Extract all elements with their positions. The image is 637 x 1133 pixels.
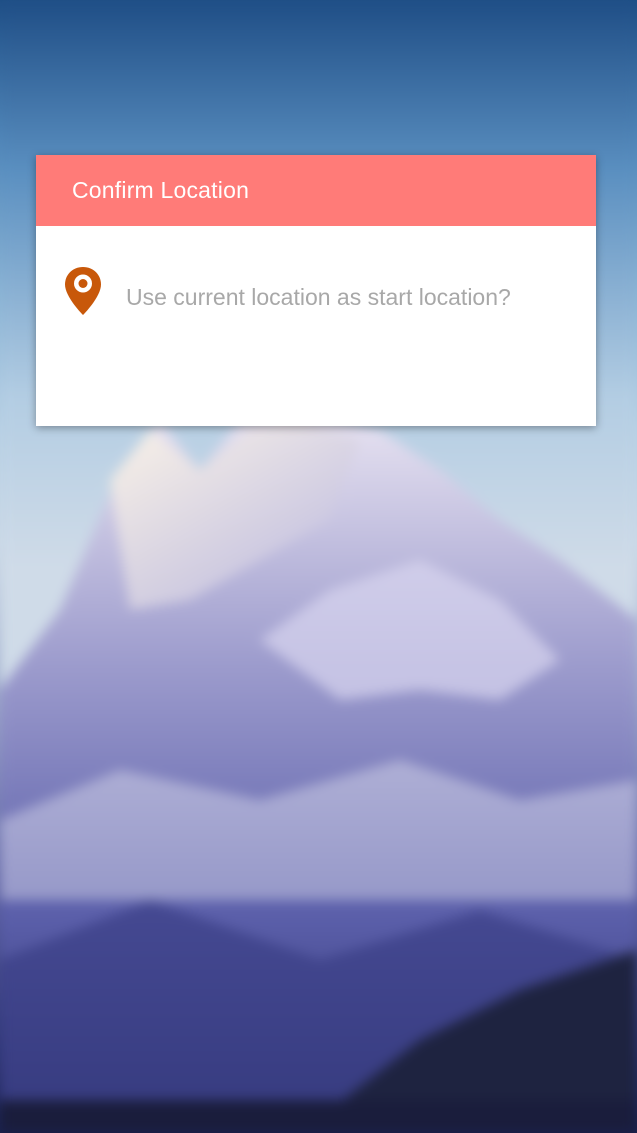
dialog-title: Confirm Location — [72, 177, 250, 203]
dialog-header: Confirm Location — [36, 155, 596, 226]
location-pin-icon — [63, 265, 103, 317]
dialog-body: Use current location as start location? — [36, 226, 596, 426]
confirm-location-dialog: Confirm Location Use current location as… — [36, 155, 596, 426]
screen: Confirm Location Use current location as… — [0, 0, 637, 1133]
dialog-message: Use current location as start location? — [126, 284, 511, 310]
